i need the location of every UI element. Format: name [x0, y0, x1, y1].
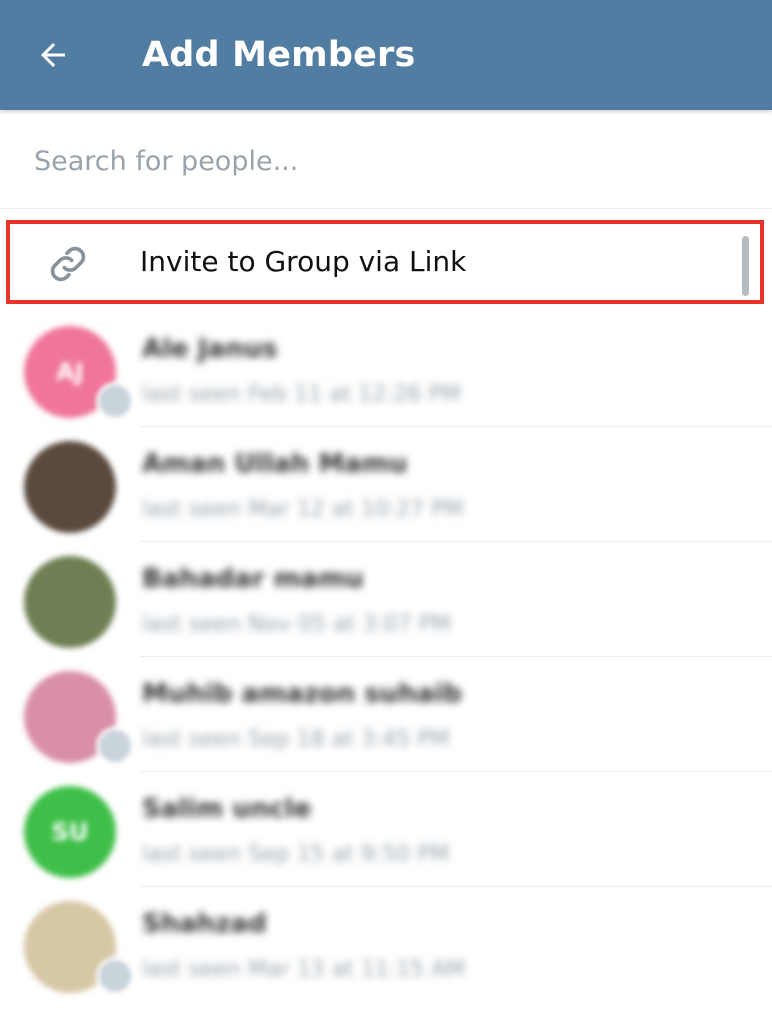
contact-status: last seen Mar 13 at 11:15 AM — [142, 957, 466, 982]
contact-row[interactable]: AJ Ale Janus last seen Feb 11 at 12:26 P… — [0, 312, 772, 427]
contact-badge-icon — [96, 382, 134, 420]
app-bar: Add Members — [0, 0, 772, 110]
invite-via-link-button[interactable]: Invite to Group via Link — [6, 220, 764, 304]
contact-badge-icon — [96, 727, 134, 765]
contact-status: last seen Nov 05 at 3:07 PM — [142, 612, 451, 637]
search-input[interactable] — [32, 138, 736, 184]
avatar — [24, 441, 116, 533]
contact-name: Aman Ullah Mamu — [142, 449, 408, 479]
avatar — [24, 556, 116, 648]
contact-list: AJ Ale Janus last seen Feb 11 at 12:26 P… — [0, 312, 772, 1002]
scrollbar[interactable] — [742, 236, 749, 296]
contact-row[interactable]: Aman Ullah Mamu last seen Mar 12 at 10:2… — [0, 427, 772, 542]
contact-row[interactable]: Bahadar mamu last seen Nov 05 at 3:07 PM — [0, 542, 772, 657]
contact-name: Shahzad — [142, 909, 267, 939]
contact-name: Ale Janus — [142, 334, 278, 364]
contact-row[interactable]: Muhib amazon suhaib last seen Sep 18 at … — [0, 657, 772, 772]
contact-status: last seen Sep 15 at 9:50 PM — [142, 842, 450, 867]
back-button[interactable] — [20, 26, 86, 84]
avatar: SU — [24, 786, 116, 878]
contact-row[interactable]: Shahzad last seen Mar 13 at 11:15 AM — [0, 887, 772, 1002]
contact-status: last seen Sep 18 at 3:45 PM — [142, 727, 450, 752]
contact-name: Bahadar mamu — [142, 564, 364, 594]
page-title: Add Members — [142, 35, 416, 75]
contact-status: last seen Feb 11 at 12:26 PM — [142, 382, 461, 407]
contact-name: Muhib amazon suhaib — [142, 679, 462, 709]
contact-status: last seen Mar 12 at 10:27 PM — [142, 497, 464, 522]
link-icon — [50, 246, 86, 282]
contact-badge-icon — [96, 957, 134, 995]
contact-name: Salim uncle — [142, 794, 312, 824]
contact-row[interactable]: SU Salim uncle last seen Sep 15 at 9:50 … — [0, 772, 772, 887]
search-bar — [0, 112, 772, 209]
arrow-left-icon — [41, 43, 65, 67]
invite-link-label: Invite to Group via Link — [140, 245, 467, 278]
